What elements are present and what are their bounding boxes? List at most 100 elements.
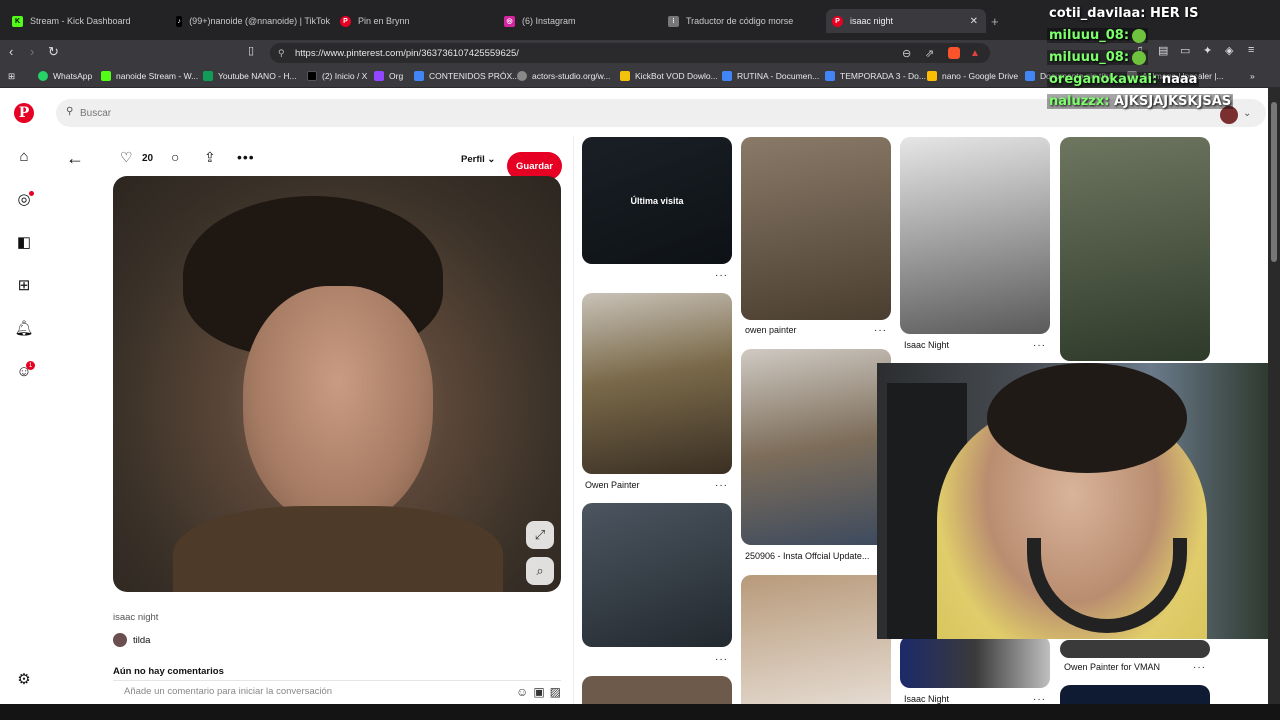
sticker-icon[interactable]: ▣ [533,685,544,699]
instagram-icon: ◎ [504,15,515,27]
bookmark-whatsapp[interactable]: WhatsApp [38,71,92,81]
pin-image[interactable]: ⤢ ⌕ [113,176,561,592]
tab-tiktok[interactable]: ♪ (99+)nanoide (@nnanoide) | TikTok [170,9,330,33]
more-options-icon[interactable]: ··· [715,270,728,281]
scrollbar-thumb[interactable] [1271,102,1277,262]
bookmark-label: actors-studio.org/w... [532,71,611,81]
more-options-icon[interactable]: ··· [715,480,728,491]
tab-morse[interactable]: ⁝ Traductor de código morse [662,9,822,33]
grid-pin[interactable]: Última visita [582,137,732,264]
bookmark-kickbot[interactable]: KickBot VOD Dowlo... [620,71,718,81]
heart-icon[interactable]: ♡ [120,149,133,166]
more-options-icon[interactable]: ··· [874,325,887,336]
chat-message: cotii_davilaa: HER IS [1047,6,1201,21]
grid-pin[interactable] [582,293,732,474]
share-icon[interactable]: ⇗ [925,47,934,60]
docs-icon [825,71,835,81]
grid-pin[interactable] [582,676,732,704]
bookmark-org[interactable]: Org [374,71,403,81]
apps-icon[interactable]: ⊞ [8,71,15,82]
grid-pin[interactable] [741,137,891,320]
tab-pin-brynn[interactable]: P Pin en Brynn [334,9,494,33]
close-tab-icon[interactable]: ✕ [970,16,978,27]
chat-text: AJKSJAJKSKJSAS [1114,94,1232,109]
more-options-icon[interactable]: ••• [237,149,255,165]
cam-hair [987,363,1187,473]
twitch-icon [374,71,384,81]
rewards-icon[interactable]: ▲ [970,48,980,59]
image-icon[interactable]: ▨ [550,685,561,699]
address-bar[interactable]: ⚲ https://www.pinterest.com/pin/36373610… [270,43,990,63]
more-options-icon[interactable]: ··· [1193,662,1206,673]
grid-pin[interactable] [582,503,732,647]
pin-detail-card: ♡ 20 ○ ⇪ ••• Perfil ⌄ Guardar ⤢ ⌕ isaac … [104,136,572,704]
pinterest-logo-icon[interactable]: P [14,103,34,123]
sheets-icon [203,71,213,81]
visual-search-icon[interactable]: ⌕ [526,557,554,585]
chat-user: oreganokawai: [1049,72,1158,87]
more-options-icon[interactable]: ··· [715,654,728,665]
morse-icon: ⁝ [668,15,679,27]
tab-kick-dashboard[interactable]: K Stream - Kick Dashboard [6,9,166,33]
tab-instagram[interactable]: ◎ (6) Instagram [498,9,658,33]
back-arrow-icon[interactable]: ← [66,148,84,169]
author-name: tilda [133,634,151,646]
new-tab-icon[interactable]: + [991,14,999,29]
comment-input[interactable]: Añade un comentario para iniciar la conv… [113,680,561,702]
grid-pin[interactable] [900,636,1050,688]
last-visit-overlay: Última visita [582,137,732,264]
kick-icon [101,71,111,81]
page-scrollbar[interactable] [1268,88,1280,704]
search-placeholder: Buscar [80,107,112,119]
pinterest-icon: P [340,15,351,27]
back-icon[interactable]: ‹ [9,44,13,59]
pin-caption: Owen Painter for VMAN [1064,662,1161,672]
home-icon[interactable]: ⌂ [13,145,35,167]
create-icon[interactable]: ⊞ [13,274,35,296]
brave-shield-icon[interactable] [948,47,960,59]
bookmark-label: nano - Google Drive [942,71,1019,81]
profile-dropdown[interactable]: Perfil ⌄ [461,154,495,165]
more-options-icon[interactable]: ··· [1033,340,1046,351]
grid-pin[interactable] [1060,640,1210,658]
grid-pin[interactable] [900,137,1050,334]
reload-icon[interactable]: ↻ [48,44,59,60]
bookmark-contenidos[interactable]: CONTENIDOS PRÓX... [414,71,519,81]
bookmark-actors-studio[interactable]: actors-studio.org/w... [517,71,610,81]
settings-icon[interactable]: ⚙ [13,668,35,690]
comment-icon[interactable]: ○ [171,149,179,165]
zoom-icon[interactable]: ⊖ [902,47,911,60]
tab-isaac-night[interactable]: P isaac night ✕ [826,9,986,33]
bookmark-rutina[interactable]: RUTINA - Documen... [722,71,819,81]
grid-pin[interactable] [1060,137,1210,361]
bookmark-x[interactable]: (2) Inicio / X [307,71,367,81]
webcam-overlay [877,363,1268,639]
bookmark-youtube[interactable]: Youtube NANO - H... [203,71,297,81]
taskbar-strip [0,704,1280,720]
bookmark-label: KickBot VOD Dowlo... [635,71,718,81]
bookmark-icon[interactable]: ▯ [248,44,254,57]
site-info-icon[interactable]: ⚲ [278,48,285,59]
expand-icon[interactable]: ⤢ [526,521,554,549]
grid-pin[interactable] [741,349,891,545]
chat-message: miluuu_08: [1047,50,1149,65]
share-icon[interactable]: ⇪ [204,149,216,166]
notifications-icon[interactable]: 🔔︎ [13,317,35,339]
photo-body [173,506,503,592]
bookmark-temporada[interactable]: TEMPORADA 3 - Do... [825,71,926,81]
emoji-icon[interactable]: ☺ [516,685,528,699]
kickbot-icon [620,71,630,81]
x-icon [307,71,317,81]
bookmark-drive[interactable]: nano - Google Drive [927,71,1018,81]
pin-author[interactable]: tilda [113,633,150,647]
chat-message: oreganokawai: naaa [1047,72,1200,87]
grid-pin[interactable] [741,575,891,704]
profile-label: Perfil [461,154,485,165]
boards-icon[interactable]: ◧ [13,231,35,253]
pin-caption: owen painter [745,325,797,335]
grid-pin[interactable] [1060,685,1210,704]
bookmark-kick[interactable]: nanoide Stream - W... [101,71,198,81]
more-options-icon[interactable]: ··· [1033,694,1046,704]
avatar [113,633,127,647]
forward-icon[interactable]: › [30,44,34,59]
